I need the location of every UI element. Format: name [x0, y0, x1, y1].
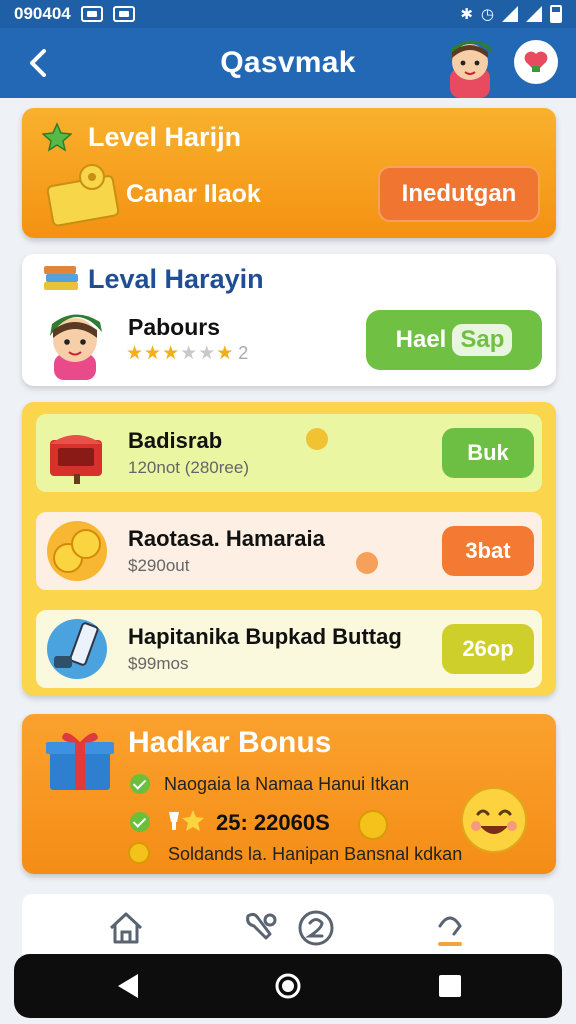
- wifi-icon: [502, 6, 518, 22]
- level-title: Level Harijn: [88, 122, 242, 152]
- bluetooth-icon: ✱: [460, 6, 473, 23]
- profile-icon[interactable]: [430, 908, 470, 948]
- system-navigation-bar: [14, 954, 562, 1018]
- mailbox-icon: [50, 435, 102, 484]
- alarm-icon: ◷: [480, 6, 494, 23]
- status-dot-icon: [306, 428, 328, 450]
- recents-square-icon[interactable]: [436, 972, 464, 1000]
- profile-action-highlight: Sap: [452, 324, 513, 356]
- star-rating: ★ ★ ★ ★ ★ ★ 2: [126, 342, 248, 365]
- profile-action-label: Hael: [395, 326, 447, 353]
- favorites-button[interactable]: [514, 40, 558, 84]
- status-bar: 090404 ✱ ◷: [0, 0, 576, 28]
- home-circle-icon[interactable]: [274, 972, 302, 1000]
- level-subtitle: Canar Ilaok: [126, 180, 261, 208]
- happy-emoji-icon: [461, 787, 527, 853]
- profile-card: Leval Harayin Pabours ★ ★ ★ ★ ★ ★ 2 Hael…: [22, 254, 556, 386]
- trophy-star-icon: [169, 810, 204, 831]
- bonus-card: Hadkar Bonus Naogaia la Namaa Hanui Itka…: [22, 714, 556, 874]
- profile-action-button[interactable]: Hael Sap: [366, 310, 542, 370]
- shop-item-title: Badisrab: [128, 428, 223, 453]
- star-icon: ★: [144, 343, 162, 364]
- shop-item-title: Hapitanika Bupkad Buttag: [128, 624, 402, 649]
- rating-count: 2: [238, 343, 249, 363]
- checkmark-icon: [130, 774, 150, 794]
- shop-item-price: $290out: [128, 556, 190, 575]
- books-icon: [44, 266, 78, 290]
- level-card: Level Harijn Canar Ilaok Inedutgan: [22, 108, 556, 238]
- coins-icon: [47, 521, 107, 581]
- star-icon: ★: [180, 343, 198, 364]
- status-time: 090404: [14, 4, 71, 23]
- app-header: Qasvmak: [0, 28, 576, 98]
- back-arrow-icon[interactable]: [22, 46, 56, 80]
- shop-item-title: Raotasa. Hamaraia: [128, 526, 325, 551]
- bonus-line: Soldands la. Hanipan Bansnal kdkan: [168, 844, 463, 864]
- shop-buy-button[interactable]: 3bat: [442, 526, 534, 576]
- star-icon: ★: [216, 343, 234, 364]
- shop-item-price: 120not (280ree): [128, 458, 249, 477]
- bonus-score: 25: 22060S: [216, 810, 330, 835]
- bottom-navigation: [22, 894, 554, 954]
- coin-icon: [128, 842, 150, 864]
- checkmark-icon: [130, 812, 150, 832]
- back-triangle-icon[interactable]: [114, 972, 142, 1000]
- battery-icon: [550, 5, 562, 23]
- shop-item: Badisrab 120not (280ree) Buk: [36, 414, 542, 492]
- user-avatar-icon[interactable]: [440, 32, 500, 98]
- star-icon: ★: [126, 343, 144, 364]
- bonus-line: Naogaia la Namaa Hanui Itkan: [164, 774, 410, 794]
- notification-icon: [80, 6, 103, 22]
- star-icon: ★: [162, 343, 180, 364]
- tools-icon[interactable]: [240, 908, 280, 948]
- shop-buy-button[interactable]: 26op: [442, 624, 534, 674]
- star-icon: [42, 122, 72, 152]
- shop-item: Raotasa. Hamaraia $290out 3bat: [36, 512, 542, 590]
- signal-icon: [526, 6, 542, 22]
- level-action-button[interactable]: Inedutgan: [378, 166, 540, 222]
- shop-item-price: $99mos: [128, 654, 189, 673]
- level-badge-icon[interactable]: [296, 908, 336, 948]
- heart-icon: [524, 51, 548, 72]
- coin-icon: [358, 810, 388, 840]
- status-dot-icon: [356, 552, 378, 574]
- bonus-title: Hadkar Bonus: [128, 726, 332, 759]
- shop-card: Badisrab 120not (280ree) Buk Raotasa. Ha…: [22, 402, 556, 696]
- character-avatar-icon: [50, 314, 102, 380]
- ticket-icon: [46, 164, 120, 227]
- shop-item: Hapitanika Bupkad Buttag $99mos 26op: [36, 610, 542, 688]
- gift-icon: [46, 732, 114, 790]
- star-icon: ★: [198, 343, 216, 364]
- home-icon[interactable]: [106, 908, 146, 948]
- shop-buy-button[interactable]: Buk: [442, 428, 534, 478]
- profile-card-title: Leval Harayin: [88, 264, 264, 294]
- tablet-icon: [47, 619, 107, 679]
- message-icon: [112, 6, 135, 22]
- character-name: Pabours: [128, 314, 221, 340]
